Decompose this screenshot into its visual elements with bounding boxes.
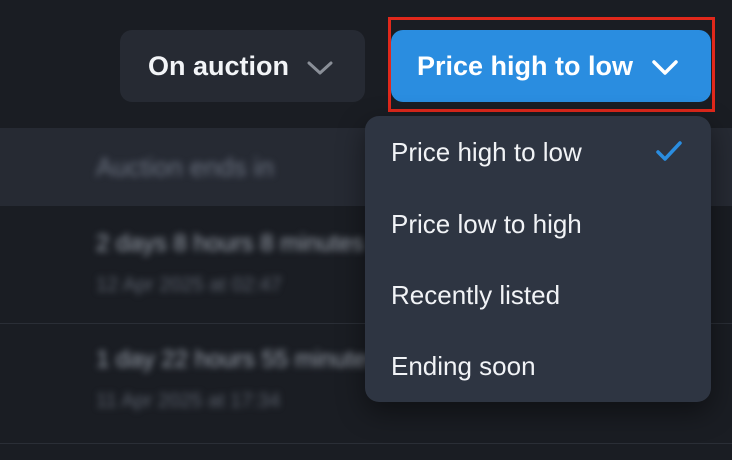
sort-dropdown-button[interactable]: Price high to low xyxy=(391,30,711,102)
row-time-left: 1 day 22 hours 55 minutes xyxy=(96,346,379,373)
chevron-down-icon xyxy=(307,61,333,75)
auction-filter-label: On auction xyxy=(148,50,289,81)
row-time-left: 2 days 8 hours 8 minutes xyxy=(96,230,365,257)
row-divider xyxy=(0,443,732,444)
row-end-date: 11 Apr 2025 at 17:34 xyxy=(96,390,281,412)
sort-option-recently-listed[interactable]: Recently listed xyxy=(365,259,711,331)
chevron-down-icon xyxy=(652,60,678,75)
sort-option-price-low-to-high[interactable]: Price low to high xyxy=(365,188,711,260)
checkmark-icon xyxy=(656,141,682,161)
sort-option-label: Recently listed xyxy=(391,279,561,310)
sort-option-ending-soon[interactable]: Ending soon xyxy=(365,330,711,402)
sort-menu: Price high to low Price low to high Rece… xyxy=(365,116,711,402)
sort-option-label: Ending soon xyxy=(391,350,536,381)
sort-option-label: Price high to low xyxy=(391,136,582,167)
sort-option-label: Price low to high xyxy=(391,208,582,239)
sort-dropdown-label: Price high to low xyxy=(417,50,634,81)
sort-option-price-high-to-low[interactable]: Price high to low xyxy=(365,116,711,188)
table-header-label: Auction ends in xyxy=(96,152,274,182)
row-end-date: 12 Apr 2025 at 02:47 xyxy=(96,274,282,296)
auction-filter-dropdown[interactable]: On auction xyxy=(120,30,365,102)
